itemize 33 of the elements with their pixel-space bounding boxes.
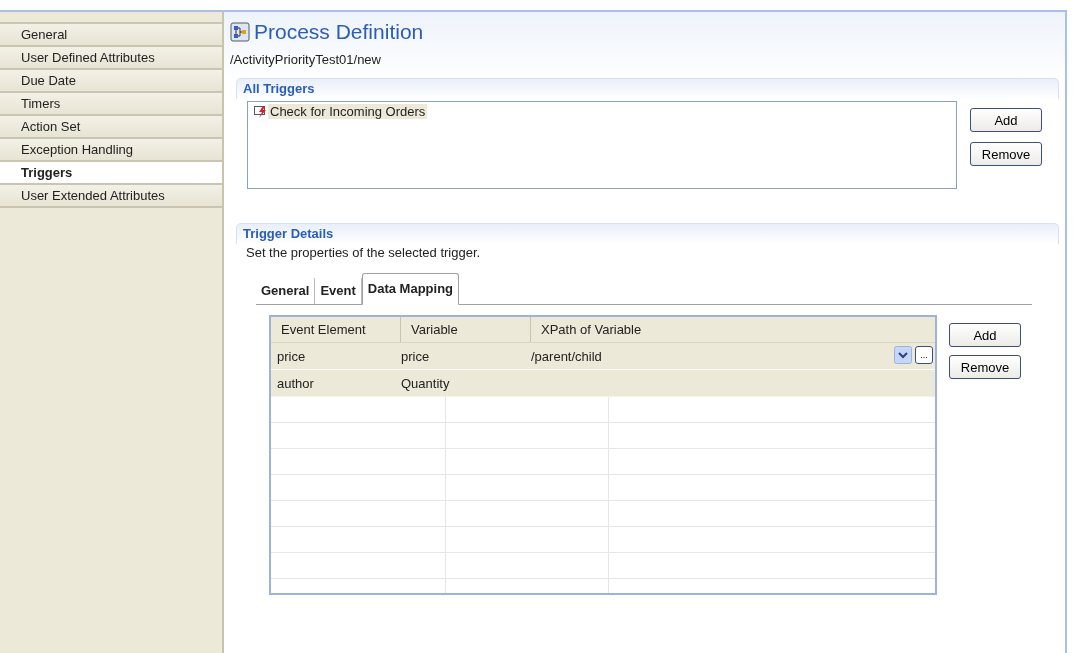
table-cell: price (401, 348, 430, 364)
sidebar-item[interactable]: User Extended Attributes (0, 185, 222, 208)
mapping-button[interactable]: Remove (949, 355, 1021, 379)
dropdown-icon[interactable] (894, 346, 912, 364)
tab[interactable]: General (256, 278, 316, 304)
process-icon (230, 22, 250, 42)
sidebar-item[interactable]: Due Date (0, 70, 222, 93)
section-header: All Triggers (236, 78, 1059, 99)
sidebar-item[interactable]: Triggers (0, 162, 222, 185)
trigger-item[interactable]: Check for Incoming Orders (268, 104, 428, 119)
path-text: /ActivityPriorityTest01/new (230, 52, 382, 69)
sidebar-item[interactable]: Exception Handling (0, 139, 222, 162)
sidebar-item[interactable]: User Defined Attributes (0, 47, 222, 70)
section-description: Set the properties of the selected trigger. (246, 245, 482, 260)
table-cell: price (277, 348, 306, 364)
browse-button[interactable]: ... (915, 346, 933, 364)
sidebar-item[interactable]: Timers (0, 93, 222, 116)
tab[interactable]: Data Mapping (361, 273, 460, 305)
table-cell: /parent/child (531, 348, 602, 364)
sidebar-item[interactable]: Action Set (0, 116, 222, 139)
column-header: XPath of Variable (540, 321, 643, 339)
table-cell: author (277, 375, 314, 391)
section-header: Trigger Details (236, 223, 1059, 244)
mapping-button[interactable]: Add (949, 323, 1021, 347)
page-title: Process Definition (254, 20, 424, 44)
trigger-icon (254, 104, 268, 119)
column-header: Variable (401, 317, 531, 342)
sidebar-item[interactable]: General (0, 24, 222, 47)
trigger-button[interactable]: Add (970, 108, 1042, 132)
trigger-button[interactable]: Remove (970, 142, 1042, 166)
table-cell: Quantity (401, 375, 450, 391)
tab[interactable]: Event (315, 278, 362, 304)
column-header: Event Element (271, 317, 401, 342)
